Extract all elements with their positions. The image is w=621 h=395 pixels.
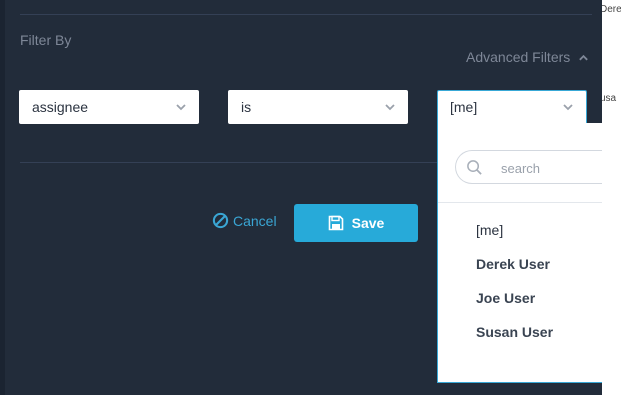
divider <box>438 202 621 203</box>
value-select-value: [me] <box>450 99 478 115</box>
operator-select[interactable]: is <box>228 90 408 124</box>
chevron-down-icon <box>385 104 395 111</box>
peek-text: Dere <box>602 4 621 15</box>
background-page-peek: Dere usa <box>602 0 621 395</box>
filter-panel: Filter By Advanced Filters assignee is [… <box>5 0 621 395</box>
divider <box>20 162 445 163</box>
value-dropdown-menu: [me] Derek User Joe User Susan User <box>437 123 621 383</box>
dropdown-option[interactable]: Derek User <box>476 256 550 272</box>
search-icon <box>467 160 482 175</box>
field-select[interactable]: assignee <box>19 90 199 124</box>
dropdown-search-box <box>455 150 621 184</box>
dropdown-option[interactable]: Joe User <box>476 290 535 306</box>
chevron-down-icon <box>563 104 573 111</box>
operator-select-value: is <box>241 99 252 115</box>
peek-text: usa <box>602 93 617 104</box>
filter-by-heading: Filter By <box>20 32 72 48</box>
chevron-down-icon <box>176 104 186 111</box>
cancel-icon <box>212 212 229 229</box>
dropdown-option[interactable]: Susan User <box>476 324 553 340</box>
save-label: Save <box>351 215 385 231</box>
field-select-value: assignee <box>32 99 89 115</box>
value-select[interactable]: [me] <box>437 90 587 124</box>
cancel-button[interactable]: Cancel <box>212 212 277 229</box>
save-button[interactable]: Save <box>294 204 418 242</box>
chevron-up-icon <box>579 54 589 60</box>
dropdown-option[interactable]: [me] <box>476 222 503 238</box>
divider <box>20 14 592 15</box>
floppy-disk-icon <box>328 215 343 231</box>
cancel-label: Cancel <box>233 212 277 229</box>
advanced-filters-label: Advanced Filters <box>466 49 571 65</box>
advanced-filters-toggle[interactable]: Advanced Filters <box>466 49 589 65</box>
